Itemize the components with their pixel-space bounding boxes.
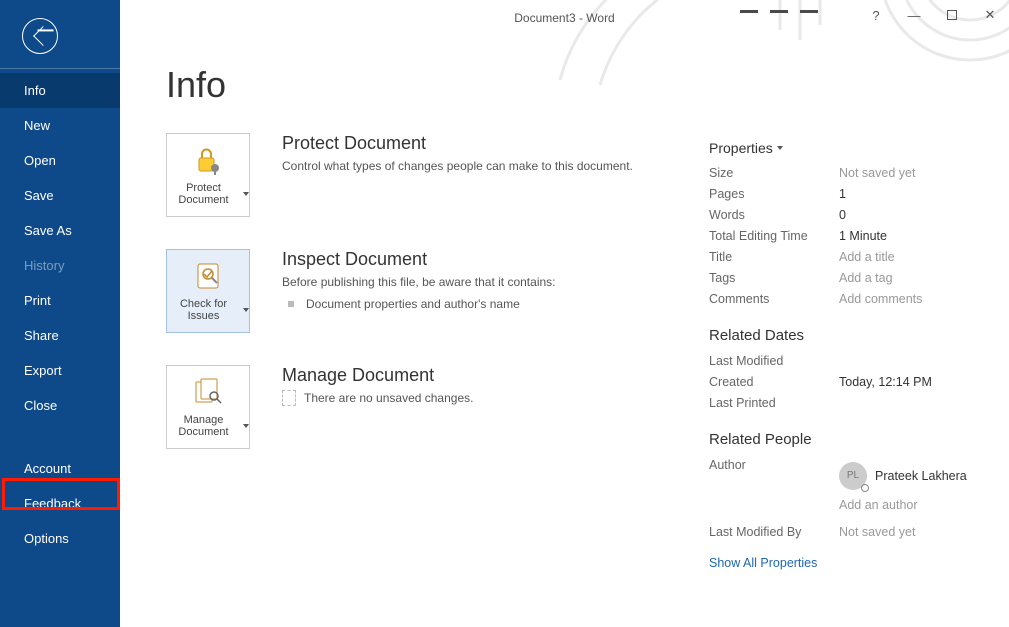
back-button[interactable] [22,18,58,54]
manage-doc-icon [192,376,224,408]
protect-document-card: Protect Document Protect Document Contro… [166,133,709,217]
properties-pane: Properties SizeNot saved yet Pages1 Word… [709,140,989,570]
minimize-button[interactable]: — [905,6,923,24]
help-button[interactable]: ? [867,6,885,24]
inspect-document-card: Check for Issues Inspect Document Before… [166,249,709,333]
prop-editing-time-key: Total Editing Time [709,229,839,243]
properties-dropdown[interactable]: Properties [709,140,783,156]
doc-placeholder-icon [282,390,296,406]
date-last-printed-value [839,396,989,410]
manage-button-label: Manage Document [167,414,240,438]
window-title: Document3 - Word [514,11,614,25]
maximize-button[interactable] [943,6,961,24]
prop-size-key: Size [709,166,839,180]
sidebar-item-info[interactable]: Info [0,73,120,108]
caret-down-icon [243,192,249,196]
date-created-value: Today, 12:14 PM [839,375,989,389]
manage-document-card: Manage Document Manage Document There ar… [166,365,709,449]
inspect-desc: Before publishing this file, be aware th… [282,274,556,291]
sidebar-item-export[interactable]: Export [0,353,120,388]
lock-icon [192,144,224,176]
info-cards: Protect Document Protect Document Contro… [166,133,709,449]
back-arrow-icon [33,26,53,46]
sidebar-item-share[interactable]: Share [0,318,120,353]
inspect-text: Inspect Document Before publishing this … [282,249,556,333]
sidebar-item-save[interactable]: Save [0,178,120,213]
properties-label: Properties [709,140,773,156]
close-button[interactable]: ✕ [981,6,999,24]
date-last-printed-key: Last Printed [709,396,839,410]
sidebar-item-history: History [0,248,120,283]
prop-title-key: Title [709,250,839,264]
related-people-title: Related People [709,431,989,448]
date-created-key: Created [709,375,839,389]
prop-tags-value[interactable]: Add a tag [839,271,989,285]
author-entry[interactable]: PL Prateek Lakhera [839,458,989,492]
prop-words-value: 0 [839,208,989,222]
sidebar-menu-top: Info New Open Save Save As History Print… [0,73,120,423]
sidebar-item-print[interactable]: Print [0,283,120,318]
backstage-sidebar: Info New Open Save Save As History Print… [0,0,120,627]
manage-document-button[interactable]: Manage Document [166,365,250,449]
author-name: Prateek Lakhera [875,469,967,483]
prop-comments-value[interactable]: Add comments [839,292,989,306]
prop-tags-key: Tags [709,271,839,285]
prop-comments-key: Comments [709,292,839,306]
caret-down-icon [777,146,783,150]
sidebar-item-new[interactable]: New [0,108,120,143]
sidebar-item-open[interactable]: Open [0,143,120,178]
protect-button-label: Protect Document [167,182,240,206]
prop-size-value: Not saved yet [839,166,989,180]
date-last-modified-value [839,354,989,368]
avatar: PL [839,462,867,490]
sidebar-item-account[interactable]: Account [0,451,120,486]
sidebar-divider [0,68,120,69]
show-all-properties-link[interactable]: Show All Properties [709,556,817,570]
sidebar-item-save-as[interactable]: Save As [0,213,120,248]
prop-pages-key: Pages [709,187,839,201]
protect-document-button[interactable]: Protect Document [166,133,250,217]
sidebar-item-options[interactable]: Options [0,521,120,556]
caret-down-icon [243,308,249,312]
last-modified-by-key: Last Modified By [709,525,839,539]
window-controls: ? — ✕ [867,6,999,24]
protect-desc: Control what types of changes people can… [282,158,633,175]
inspect-bullet: Document properties and author's name [282,297,556,311]
prop-editing-time-value: 1 Minute [839,229,989,243]
manage-no-changes: There are no unsaved changes. [304,391,473,405]
manage-title: Manage Document [282,365,473,386]
prop-pages-value: 1 [839,187,989,201]
date-last-modified-key: Last Modified [709,354,839,368]
prop-title-value[interactable]: Add a title [839,250,989,264]
sidebar-item-feedback[interactable]: Feedback [0,486,120,521]
prop-words-key: Words [709,208,839,222]
add-author[interactable]: Add an author [839,498,989,512]
protect-text: Protect Document Control what types of c… [282,133,633,217]
caret-down-icon [243,424,249,428]
inspect-title: Inspect Document [282,249,556,270]
sidebar-item-close[interactable]: Close [0,388,120,423]
protect-title: Protect Document [282,133,633,154]
related-dates-title: Related Dates [709,327,989,344]
sidebar-menu-bottom: Account Feedback Options [0,451,120,556]
author-key: Author [709,458,839,472]
check-issues-button[interactable]: Check for Issues [166,249,250,333]
main-area: Document3 - Word ? — ✕ Info Protect Docu… [120,0,1009,627]
last-modified-by-value: Not saved yet [839,525,989,539]
inspect-button-label: Check for Issues [167,298,240,322]
page-title: Info [166,64,226,106]
presence-icon [861,484,869,492]
title-bar: Document3 - Word ? — ✕ [120,0,1009,36]
manage-text: Manage Document There are no unsaved cha… [282,365,473,449]
inspect-icon [192,260,224,292]
